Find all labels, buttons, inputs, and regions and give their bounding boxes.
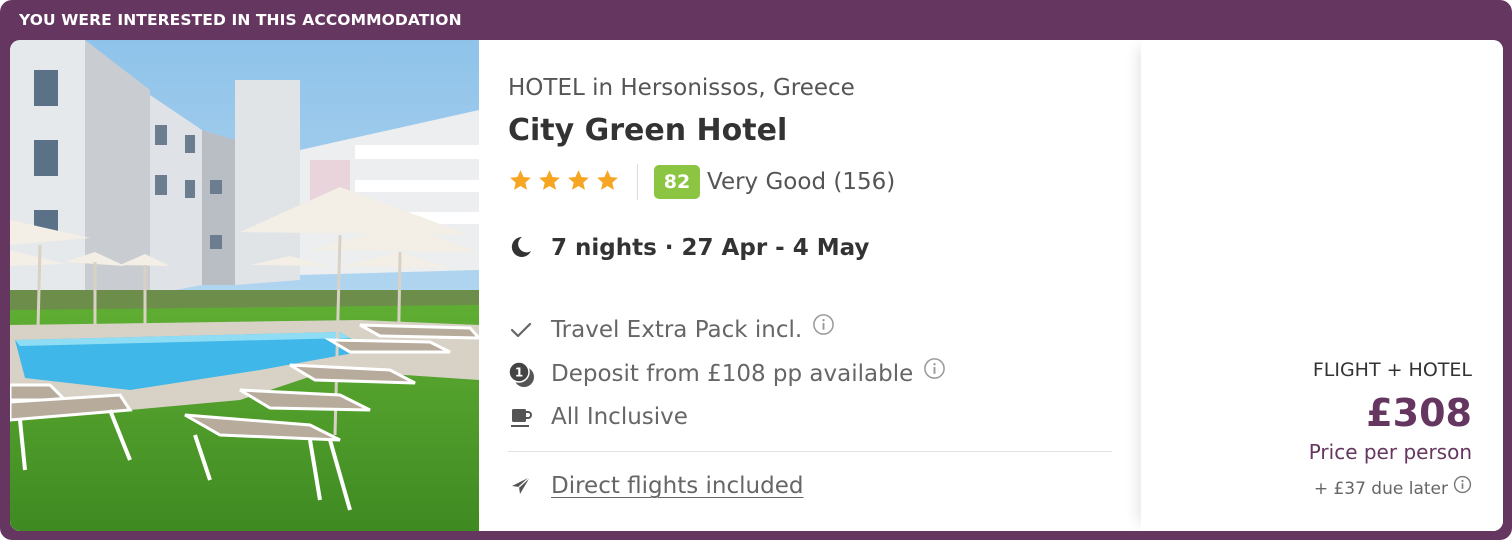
info-icon[interactable]	[812, 313, 835, 345]
package-type-label: FLIGHT + HOTEL	[1312, 359, 1472, 381]
direct-flights-link[interactable]: Direct flights included	[551, 470, 803, 502]
hotel-photo[interactable]	[10, 40, 479, 531]
plane-icon	[508, 473, 534, 503]
star-icon	[568, 170, 589, 190]
feature-travel-extra: Travel Extra Pack incl.	[508, 313, 1108, 347]
price-per-person-label: Price per person	[1308, 440, 1472, 464]
rating-divider	[637, 164, 638, 200]
due-later-note: + £37 due later	[1314, 475, 1472, 502]
stay-dates: 7 nights · 27 Apr - 4 May	[508, 232, 1108, 264]
flights-row: Direct flights included	[508, 470, 1108, 502]
feature-board: All Inclusive	[508, 401, 1108, 433]
hotel-photo-image	[10, 40, 479, 531]
flights-divider	[508, 451, 1112, 452]
accommodation-card[interactable]: YOU WERE INTERESTED IN THIS ACCOMMODATIO…	[0, 0, 1512, 540]
info-icon[interactable]	[923, 357, 946, 389]
feature-label: Travel Extra Pack incl.	[551, 313, 835, 347]
price-amount: £308	[1366, 391, 1472, 435]
info-icon[interactable]	[1453, 475, 1472, 501]
price-panel[interactable]: FLIGHT + HOTEL £308 Price per person + £…	[1141, 40, 1503, 531]
check-icon	[508, 317, 534, 347]
stay-dates-text: 7 nights · 27 Apr - 4 May	[551, 235, 870, 261]
interest-banner: YOU WERE INTERESTED IN THIS ACCOMMODATIO…	[19, 11, 462, 29]
svg-text:1: 1	[515, 366, 523, 380]
star-rating	[508, 168, 620, 193]
moon-icon	[508, 234, 534, 264]
star-icon	[597, 170, 618, 190]
deposit-icon: 1	[508, 361, 536, 393]
hotel-name[interactable]: City Green Hotel	[508, 112, 787, 150]
cup-icon	[508, 404, 534, 434]
star-icon	[539, 170, 560, 190]
feature-label: Deposit from £108 pp available	[551, 357, 946, 391]
card-body: HOTEL in Hersonissos, Greece City Green …	[10, 40, 1503, 531]
feature-label: All Inclusive	[551, 404, 688, 430]
hotel-details: HOTEL in Hersonissos, Greece City Green …	[508, 40, 1128, 531]
star-icon	[510, 170, 531, 190]
hotel-location: HOTEL in Hersonissos, Greece	[508, 75, 855, 101]
review-score-label[interactable]: Very Good (156)	[707, 167, 895, 197]
feature-deposit: 1 Deposit from £108 pp available	[508, 357, 1108, 393]
review-score-badge: 82	[654, 165, 700, 199]
rating-row: 82 Very Good (156)	[508, 164, 1108, 200]
